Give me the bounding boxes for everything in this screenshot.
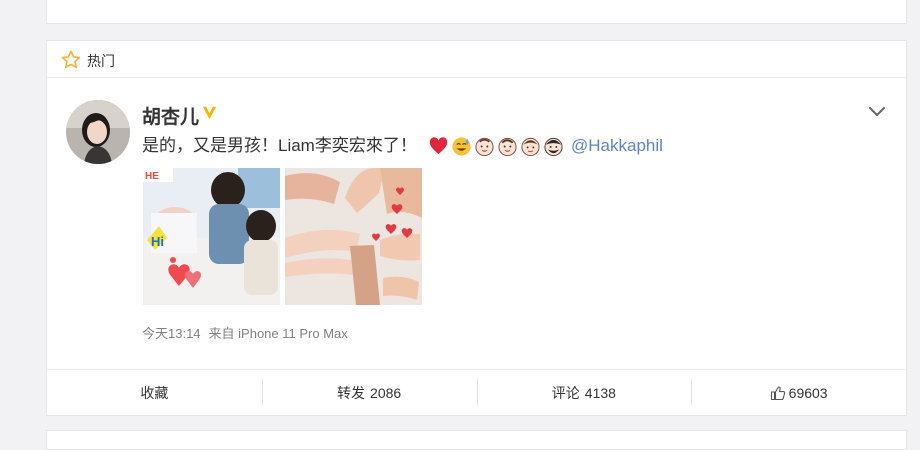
chevron-down-icon[interactable] [867,105,887,119]
post-meta: 今天13:14 来自 iPhone 11 Pro Max [142,323,356,342]
post-text: 是的，又是男孩！Liam李奕宏來了！ [142,136,417,155]
verified-badge-icon [202,106,217,120]
svg-text:Hi: Hi [151,234,164,249]
previous-card [46,0,907,24]
section-title: 热门 [87,53,115,69]
post-time[interactable]: 今天13:14 [142,326,201,341]
man-face-emoji-icon [544,137,563,156]
section-header: 热门 [47,41,906,78]
favorite-label: 收藏 [140,384,169,401]
thumbs-up-icon [770,385,785,400]
heart-emoji-icon [429,136,448,154]
photo-family-hands[interactable] [285,168,422,305]
favorite-button[interactable]: 收藏 [47,370,262,415]
baby-face-emoji-icon [475,137,494,156]
like-button[interactable]: 69603 [691,370,906,415]
repost-button[interactable]: 转发 2086 [261,370,477,415]
like-count: 69603 [788,384,828,401]
repost-count: 2086 [370,384,402,401]
comment-label: 评论 [551,384,580,401]
post-source: 来自 iPhone 11 Pro Max [208,326,348,341]
boy-face-emoji-icon [521,137,540,156]
emoji-row [428,135,564,157]
baby-face-emoji-icon [498,137,517,156]
photo-newborn-siblings[interactable]: Hi HE [143,168,280,305]
svg-text:HE: HE [145,171,159,182]
comment-button[interactable]: 评论 4138 [476,370,692,415]
sweat-smile-emoji-icon [452,136,471,156]
author-name[interactable]: 胡杏儿 [142,102,199,129]
next-card [46,430,907,450]
star-icon [61,50,81,69]
avatar[interactable] [66,100,130,164]
post-card: 热门 胡杏儿 是的，又是男孩！Liam李奕宏來了！ @Hakkaphil Hi … [46,40,907,416]
mention-link[interactable]: @Hakkaphil [571,135,663,157]
comment-count: 4138 [584,384,616,401]
repost-label: 转发 [337,384,366,401]
action-bar: 收藏 转发 2086 评论 4138 69603 [47,369,906,415]
